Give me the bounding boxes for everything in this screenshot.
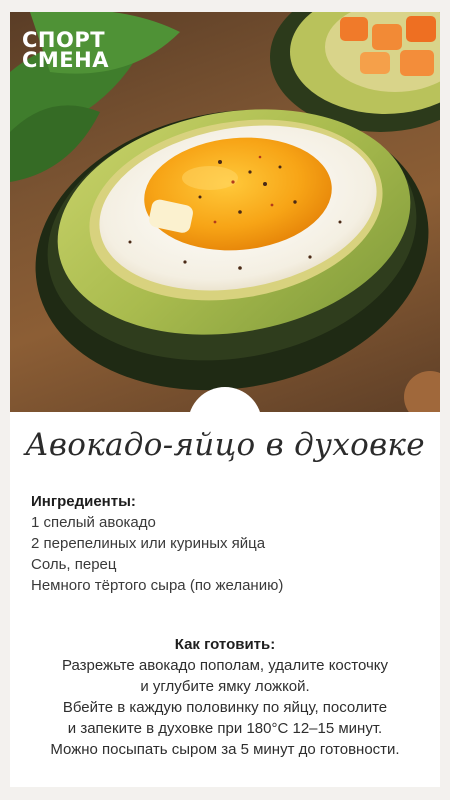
brand-logo-line1: СПОРТ bbox=[22, 28, 106, 52]
howto-line: и углубите ямку ложкой. bbox=[140, 678, 310, 695]
ingredient-item: Соль, перец bbox=[31, 556, 117, 573]
howto-section: Как готовить: Разрежьте авокадо пополам,… bbox=[10, 634, 440, 760]
ingredient-item: 1 спелый авокадо bbox=[31, 514, 156, 531]
howto-line: и запеките в духовке при 180°C 12–15 мин… bbox=[67, 720, 383, 737]
recipe-card: СПОРТ СМЕНА Авокадо-яйцо в духовке Ингре… bbox=[10, 12, 440, 787]
ingredient-item: 2 перепелиных или куриных яйца bbox=[31, 535, 266, 552]
brand-logo-line2: СМЕНА bbox=[22, 48, 109, 72]
recipe-photo: СПОРТ СМЕНА bbox=[10, 12, 440, 412]
recipe-title: Авокадо-яйцо в духовке bbox=[25, 427, 425, 463]
ingredients-section: Ингредиенты: 1 спелый авокадо 2 перепели… bbox=[31, 491, 431, 596]
ingredients-heading: Ингредиенты: bbox=[31, 493, 136, 510]
ingredient-item: Немного тёртого сыра (по желанию) bbox=[31, 577, 284, 594]
howto-line: Вбейте в каждую половинку по яйцу, посол… bbox=[62, 699, 388, 716]
howto-heading: Как готовить: bbox=[174, 636, 276, 653]
howto-line: Разрежьте авокадо пополам, удалите косто… bbox=[61, 657, 389, 674]
howto-line: Можно посыпать сыром за 5 минут до готов… bbox=[50, 741, 400, 758]
brand-logo: СПОРТ СМЕНА bbox=[22, 28, 109, 72]
avocado-egg-illustration bbox=[10, 12, 440, 412]
